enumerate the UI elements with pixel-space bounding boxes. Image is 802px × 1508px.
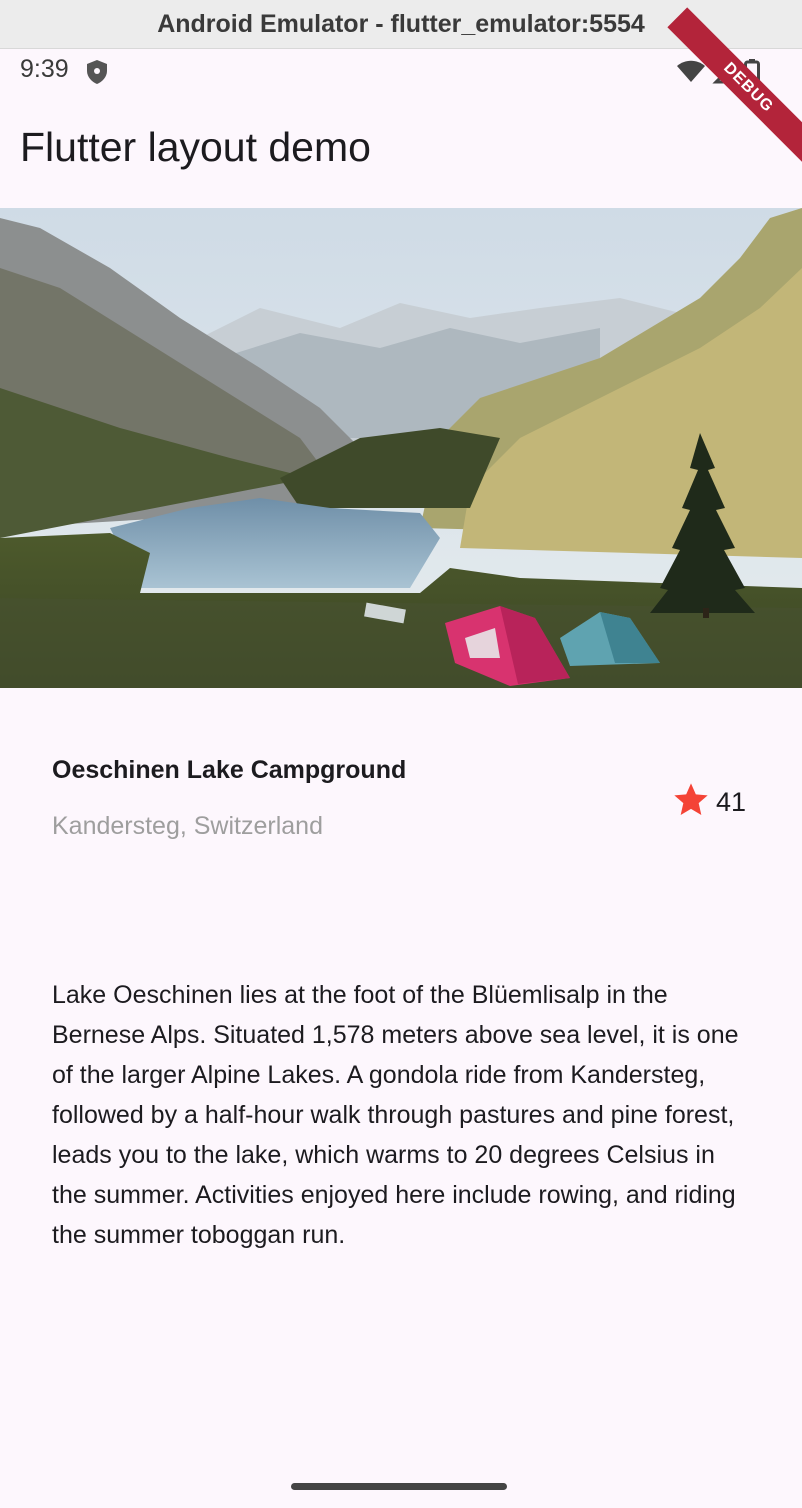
app-bar-title: Flutter layout demo	[20, 124, 371, 170]
rating-count: 41	[715, 786, 746, 817]
wifi-icon	[676, 60, 706, 88]
status-time: 9:39	[20, 55, 69, 83]
star-icon[interactable]	[670, 780, 712, 824]
place-name: Oeschinen Lake Campground	[52, 756, 407, 784]
home-indicator[interactable]	[291, 1483, 507, 1490]
title-section: Oeschinen Lake Campground Kandersteg, Sw…	[52, 752, 748, 852]
description-text: Lake Oeschinen lies at the foot of the B…	[52, 981, 739, 1249]
favorite-rating[interactable]: 41	[670, 780, 746, 824]
place-location: Kandersteg, Switzerland	[52, 812, 323, 840]
shield-icon	[85, 59, 109, 89]
hero-image	[0, 208, 802, 688]
status-bar: 9:39	[0, 49, 802, 95]
